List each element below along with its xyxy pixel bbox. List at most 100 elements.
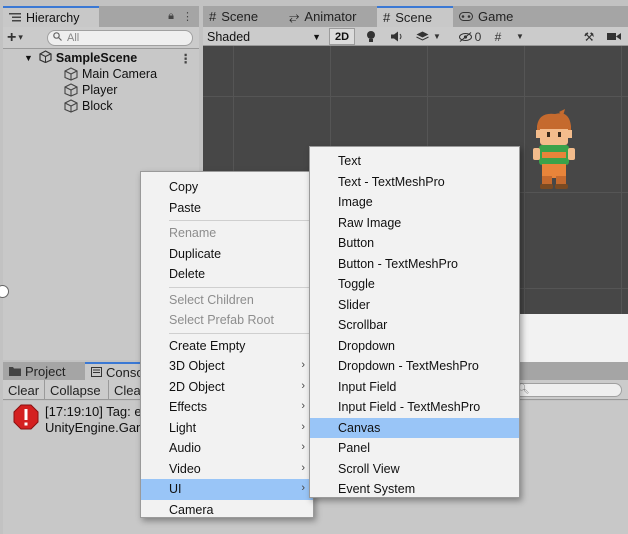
submenu-item-event-system[interactable]: Event System bbox=[310, 479, 519, 500]
chevron-right-icon: › bbox=[301, 359, 305, 371]
submenu-item-slider[interactable]: Slider bbox=[310, 295, 519, 316]
menu-item-effects[interactable]: Effects › bbox=[141, 397, 313, 418]
effects-icon[interactable] bbox=[413, 28, 431, 45]
menu-item-label: Light bbox=[169, 420, 197, 435]
shading-mode-select[interactable]: Shaded ▼ bbox=[207, 27, 325, 46]
submenu-item-raw-image[interactable]: Raw Image bbox=[310, 213, 519, 234]
scene-name: SampleScene bbox=[55, 51, 138, 65]
chevron-right-icon: › bbox=[301, 420, 305, 433]
caret-down-icon[interactable]: ▼ bbox=[431, 28, 443, 45]
submenu-item-input-field[interactable]: Input Field bbox=[310, 377, 519, 398]
unity-scene-icon bbox=[39, 50, 52, 66]
chevron-right-icon: › bbox=[301, 379, 305, 392]
add-button[interactable]: + ▾ bbox=[7, 29, 37, 47]
search-icon bbox=[53, 31, 62, 44]
submenu-item-image[interactable]: Image bbox=[310, 192, 519, 213]
menu-item-ui[interactable]: UI › bbox=[141, 479, 313, 500]
tab-hierarchy[interactable]: Hierarchy bbox=[3, 6, 99, 27]
grid-icon[interactable]: # bbox=[490, 28, 506, 45]
caret-down-icon: ▼ bbox=[312, 31, 321, 42]
submenu-item-text[interactable]: Text bbox=[310, 151, 519, 172]
list-item[interactable]: Block bbox=[3, 98, 199, 114]
gameobject-cube-icon bbox=[64, 99, 78, 113]
menu-item-copy[interactable]: Copy bbox=[141, 177, 313, 198]
console-search-input[interactable]: 🔍︎ bbox=[512, 383, 622, 397]
console-line-1: [17:19:10] Tag: en bbox=[45, 404, 149, 419]
scene-tabbar: # Scene ⥂ Animator # Scene Game bbox=[203, 6, 628, 27]
tab-scene-active-label: Scene bbox=[395, 10, 433, 25]
tools-icon[interactable]: ⚒︎ bbox=[581, 28, 597, 45]
tab-hierarchy-label: Hierarchy bbox=[26, 10, 80, 25]
menu-item-audio[interactable]: Audio › bbox=[141, 438, 313, 459]
submenu-item-scroll-view[interactable]: Scroll View bbox=[310, 459, 519, 480]
submenu-item-scrollbar[interactable]: Scrollbar bbox=[310, 315, 519, 336]
submenu-item-input-field-textmeshpro[interactable]: Input Field - TextMeshPro bbox=[310, 397, 519, 418]
tab-game[interactable]: Game bbox=[459, 6, 529, 27]
menu-item-label: 3D Object bbox=[169, 359, 225, 374]
submenu-item-text-textmeshpro[interactable]: Text - TextMeshPro bbox=[310, 172, 519, 193]
submenu-item-toggle[interactable]: Toggle bbox=[310, 274, 519, 295]
console-line-2: UnityEngine.Gam bbox=[45, 420, 147, 435]
tab-project[interactable]: Project bbox=[3, 362, 83, 380]
folder-icon bbox=[9, 364, 21, 379]
clear-button[interactable]: Clear bbox=[3, 380, 45, 400]
menu-item-duplicate[interactable]: Duplicate bbox=[141, 244, 313, 265]
tab-animator[interactable]: ⥂ Animator bbox=[289, 6, 375, 27]
menu-item-camera[interactable]: Camera bbox=[141, 500, 313, 521]
add-button-label: + bbox=[7, 28, 17, 46]
menu-item-paste[interactable]: Paste bbox=[141, 198, 313, 219]
kebab-menu-icon[interactable]: ⋮ bbox=[182, 10, 193, 23]
menu-item-video[interactable]: Video › bbox=[141, 459, 313, 480]
console-error-entry[interactable]: [17:19:10] Tag: en UnityEngine.Gam bbox=[13, 404, 149, 436]
caret-down-icon[interactable]: ▼ bbox=[515, 28, 525, 45]
scene-row[interactable]: ▼ SampleScene ⋮ bbox=[3, 50, 199, 66]
lightbulb-icon[interactable] bbox=[363, 28, 379, 45]
chevron-right-icon: › bbox=[301, 461, 305, 474]
list-item[interactable]: Player bbox=[3, 82, 199, 98]
gameobject-cube-icon bbox=[64, 83, 78, 97]
grid-icon: # bbox=[209, 9, 217, 24]
submenu-item-dropdown-textmeshpro[interactable]: Dropdown - TextMeshPro bbox=[310, 356, 519, 377]
hierarchy-toolbar: + ▾ All bbox=[3, 27, 199, 49]
camera-icon[interactable] bbox=[605, 28, 623, 45]
menu-item-create-empty[interactable]: Create Empty bbox=[141, 336, 313, 357]
submenu-item-dropdown[interactable]: Dropdown bbox=[310, 336, 519, 357]
animator-icon: ⥂ bbox=[289, 8, 300, 24]
toggle-2d-button[interactable]: 2D bbox=[329, 28, 355, 45]
menu-item-2d-object[interactable]: 2D Object › bbox=[141, 377, 313, 398]
chevron-right-icon: › bbox=[301, 482, 305, 494]
submenu-item-panel[interactable]: Panel bbox=[310, 438, 519, 459]
console-icon bbox=[91, 365, 102, 380]
menu-item-light[interactable]: Light › bbox=[141, 418, 313, 439]
hidden-objects-toggle[interactable]: 0 bbox=[455, 28, 485, 45]
tab-console[interactable]: Conso bbox=[85, 362, 145, 380]
audio-icon[interactable] bbox=[389, 28, 405, 45]
menu-separator bbox=[169, 286, 313, 288]
scene-menu-icon[interactable]: ⋮ bbox=[180, 51, 193, 66]
tab-scene-label: Scene bbox=[221, 9, 259, 24]
submenu-item-button-textmeshpro[interactable]: Button - TextMeshPro bbox=[310, 254, 519, 275]
list-item[interactable]: Main Camera bbox=[3, 66, 199, 82]
gamepad-icon bbox=[459, 9, 473, 24]
hierarchy-search-input[interactable]: All bbox=[47, 29, 193, 46]
menu-item-3d-object[interactable]: 3D Object › bbox=[141, 356, 313, 377]
menu-item-label: 2D Object bbox=[169, 379, 225, 394]
object-label: Block bbox=[82, 99, 113, 113]
collapse-button[interactable]: Collapse bbox=[45, 380, 109, 400]
menu-item-select-prefab-root[interactable]: Select Prefab Root bbox=[141, 310, 313, 331]
menu-item-delete[interactable]: Delete bbox=[141, 264, 313, 285]
clear-on-play-button[interactable]: Clea bbox=[109, 380, 143, 400]
menu-item-label: Audio bbox=[169, 441, 201, 456]
context-menu: Copy Paste Rename Duplicate Delete Selec… bbox=[140, 171, 314, 518]
menu-item-rename[interactable]: Rename bbox=[141, 223, 313, 244]
tab-scene-active[interactable]: # Scene bbox=[377, 6, 453, 27]
submenu-item-button[interactable]: Button bbox=[310, 233, 519, 254]
hidden-count: 0 bbox=[474, 29, 482, 44]
expand-arrow-icon[interactable]: ▼ bbox=[24, 53, 33, 63]
tab-animator-label: Animator bbox=[304, 9, 357, 24]
chevron-right-icon: › bbox=[301, 400, 305, 412]
submenu-item-canvas[interactable]: Canvas bbox=[310, 417, 519, 438]
lock-icon[interactable]: 🔒︎ bbox=[168, 10, 174, 23]
menu-item-select-children[interactable]: Select Children bbox=[141, 290, 313, 311]
tab-scene[interactable]: # Scene bbox=[209, 6, 281, 27]
